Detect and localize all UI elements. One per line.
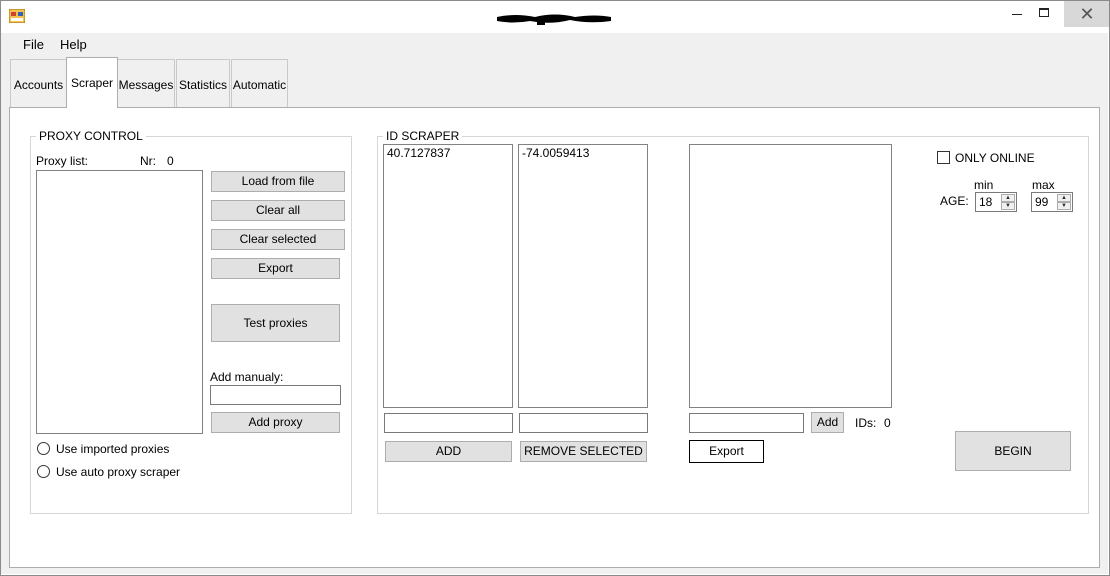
load-from-file-button[interactable]: Load from file (211, 171, 345, 192)
ids-listbox[interactable] (689, 144, 892, 408)
tab-statistics-label: Statistics (178, 78, 227, 92)
export-ids-button[interactable]: Export (689, 440, 764, 463)
menu-bar (1, 33, 1108, 55)
use-imported-proxies-radio[interactable] (37, 442, 50, 455)
add-coordinates-button[interactable]: ADD (385, 441, 512, 462)
use-auto-proxy-radio[interactable] (37, 465, 50, 478)
menu-help[interactable]: Help (60, 37, 87, 52)
latitude-input[interactable] (384, 413, 513, 433)
age-max-spinner[interactable]: 99 ▲ ▼ (1031, 192, 1073, 212)
tab-scraper[interactable]: Scraper (66, 57, 118, 108)
add-proxy-input[interactable] (210, 385, 341, 405)
tab-automatic-label: Automatic (232, 78, 287, 92)
use-auto-proxy-label[interactable]: Use auto proxy scraper (56, 465, 180, 479)
tab-accounts[interactable]: Accounts (10, 59, 67, 107)
only-online-checkbox[interactable] (937, 151, 950, 164)
age-min-spinner[interactable]: 18 ▲ ▼ (975, 192, 1017, 212)
spin-up-icon[interactable]: ▲ (1001, 194, 1015, 202)
close-icon: ✕ (1079, 4, 1095, 24)
add-id-button[interactable]: Add (811, 412, 844, 433)
only-online-label[interactable]: ONLY ONLINE (955, 151, 1035, 165)
spin-up-icon[interactable]: ▲ (1057, 194, 1071, 202)
longitude-input[interactable] (519, 413, 648, 433)
tab-scraper-label: Scraper (70, 76, 114, 90)
ids-input[interactable] (689, 413, 804, 433)
app-icon (9, 9, 25, 23)
ids-count-value: 0 (884, 416, 891, 430)
age-label: AGE: (940, 194, 969, 208)
tab-automatic[interactable]: Automatic (231, 59, 288, 107)
proxy-list-label: Proxy list: (36, 154, 89, 168)
ids-count-label: IDs: (855, 416, 877, 430)
age-max-value: 99 (1035, 195, 1049, 209)
tab-messages[interactable]: Messages (117, 59, 175, 107)
window-title-redacted (497, 14, 611, 25)
add-proxy-button[interactable]: Add proxy (211, 412, 340, 433)
spin-down-icon[interactable]: ▼ (1057, 202, 1071, 210)
menu-file[interactable]: File (23, 37, 44, 52)
proxy-count-value: 0 (167, 154, 174, 168)
id-scraper-title: ID SCRAPER (383, 129, 463, 143)
latitude-listbox[interactable]: 40.7127837 (383, 144, 513, 408)
longitude-listbox[interactable]: -74.0059413 (518, 144, 648, 408)
remove-selected-button[interactable]: REMOVE SELECTED (520, 441, 647, 462)
spin-down-icon[interactable]: ▼ (1001, 202, 1015, 210)
list-item[interactable]: -74.0059413 (522, 146, 589, 160)
begin-button[interactable]: BEGIN (955, 431, 1071, 471)
list-item[interactable]: 40.7127837 (387, 146, 450, 160)
age-min-label: min (974, 178, 994, 192)
age-min-value: 18 (979, 195, 993, 209)
clear-all-button[interactable]: Clear all (211, 200, 345, 221)
proxy-control-title: PROXY CONTROL (36, 129, 146, 143)
use-imported-proxies-label[interactable]: Use imported proxies (56, 442, 169, 456)
proxy-listbox[interactable] (36, 170, 203, 434)
clear-selected-button[interactable]: Clear selected (211, 229, 345, 250)
export-proxies-button[interactable]: Export (211, 258, 340, 279)
add-manually-label: Add manualy: (210, 370, 284, 384)
minimize-button[interactable] (1012, 14, 1022, 15)
tab-statistics[interactable]: Statistics (176, 59, 230, 107)
maximize-button[interactable] (1039, 8, 1049, 17)
proxy-count-label: Nr: (140, 154, 156, 168)
test-proxies-button[interactable]: Test proxies (211, 304, 340, 342)
age-max-label: max (1032, 178, 1055, 192)
tab-accounts-label: Accounts (13, 78, 64, 92)
tab-messages-label: Messages (118, 78, 174, 92)
close-button[interactable]: ✕ (1064, 1, 1110, 27)
